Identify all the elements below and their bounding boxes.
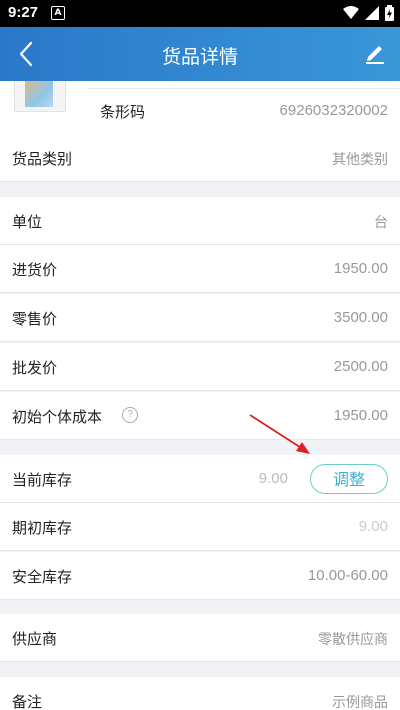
remark-row[interactable]: 备注 示例商品 [0, 677, 400, 710]
status-bar: 9:27 A [0, 0, 400, 27]
retail-price-row[interactable]: 零售价 3500.00 [0, 294, 400, 342]
battery-icon [385, 5, 394, 21]
retail-price-label: 零售价 [12, 310, 58, 328]
unit-label: 单位 [12, 213, 43, 231]
help-icon[interactable]: ? [122, 407, 138, 423]
wholesale-price-label: 批发价 [12, 359, 58, 377]
initial-cost-value: 1950.00 [333, 407, 388, 424]
purchase-price-label: 进货价 [12, 261, 58, 279]
initial-stock-value: 9.00 [358, 518, 388, 535]
category-row[interactable]: 货品类别 其他类别 [0, 134, 400, 182]
barcode-value: 6926032320002 [279, 102, 388, 119]
unit-row[interactable]: 单位 台 [0, 197, 400, 245]
initial-stock-row: 期初库存 9.00 [0, 503, 400, 551]
app-header: 货品详情 [0, 27, 400, 81]
current-stock-row: 当前库存 9.00 调整 [0, 455, 400, 503]
page-title: 货品详情 [161, 46, 238, 68]
supplier-row[interactable]: 供应商 零散供应商 [0, 614, 400, 662]
unit-value: 台 [374, 215, 388, 231]
safety-stock-value: 10.00-60.00 [307, 567, 388, 584]
initial-cost-row[interactable]: 初始个体成本 ? 1950.00 [0, 392, 400, 440]
wholesale-price-value: 2500.00 [333, 358, 388, 375]
category-label: 货品类别 [12, 150, 73, 168]
current-stock-value: 9.00 [258, 470, 288, 487]
initial-stock-label: 期初库存 [12, 519, 73, 537]
barcode-row: 条形码 6926032320002 [88, 88, 400, 135]
wholesale-price-row[interactable]: 批发价 2500.00 [0, 343, 400, 391]
signal-icon [365, 6, 379, 20]
product-photo [25, 81, 53, 107]
purchase-price-value: 1950.00 [333, 260, 388, 277]
initial-cost-label: 初始个体成本 [12, 408, 103, 426]
category-value: 其他类别 [332, 152, 388, 168]
status-icons [343, 5, 394, 21]
barcode-label: 条形码 [100, 103, 146, 121]
safety-stock-label: 安全库存 [12, 568, 73, 586]
remark-value: 示例商品 [332, 695, 388, 710]
detail-content: 条形码 6926032320002 货品类别 其他类别 单位 台 进货价 195… [0, 81, 400, 710]
adjust-stock-button[interactable]: 调整 [310, 464, 388, 494]
remark-label: 备注 [12, 693, 43, 710]
current-stock-label: 当前库存 [12, 471, 73, 489]
status-time: 9:27 [8, 4, 39, 21]
retail-price-value: 3500.00 [333, 309, 388, 326]
safety-stock-row[interactable]: 安全库存 10.00-60.00 [0, 552, 400, 600]
supplier-label: 供应商 [12, 630, 58, 648]
purchase-price-row[interactable]: 进货价 1950.00 [0, 245, 400, 293]
edit-pencil-icon[interactable] [364, 41, 386, 65]
notification-icon: A [51, 6, 65, 20]
product-thumbnail[interactable] [14, 81, 66, 112]
supplier-value: 零散供应商 [318, 632, 388, 648]
product-image-row: 条形码 6926032320002 [0, 81, 400, 134]
wifi-icon [343, 6, 359, 19]
